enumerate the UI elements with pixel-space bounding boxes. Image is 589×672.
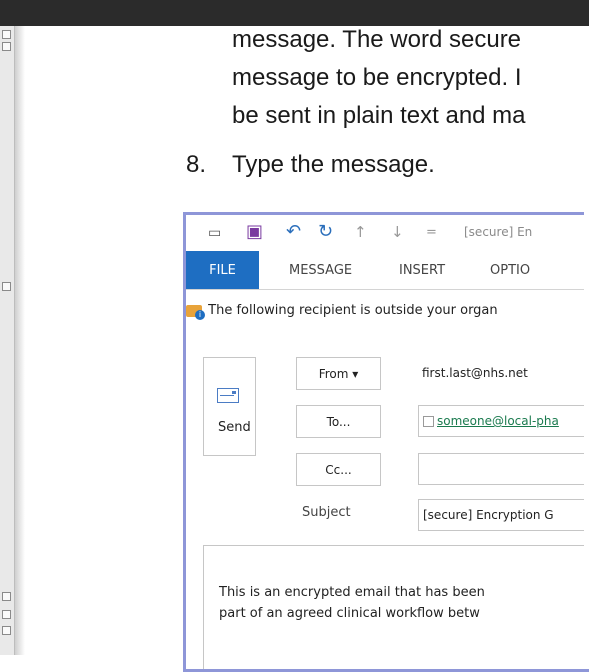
subject-field[interactable]: [secure] Encryption G <box>418 499 589 531</box>
ruler-icon[interactable] <box>2 30 11 39</box>
body-text: This is an encrypted email that has been… <box>219 582 485 624</box>
window-title: [secure] En <box>464 225 533 239</box>
outlook-screenshot: ▭ ▣ ↶ ↻ ↑ ↓ = [secure] En FILE MESSAGE I… <box>183 212 589 672</box>
quick-access-toolbar: ▭ ▣ ↶ ↻ ↑ ↓ = [secure] En <box>186 215 589 251</box>
to-field[interactable]: someone@local-pha <box>418 405 589 437</box>
page-shadow <box>15 26 25 655</box>
from-button[interactable]: From ▾ <box>296 357 381 390</box>
body-line-2: part of an agreed clinical workflow betw <box>219 606 480 621</box>
up-arrow-icon[interactable]: ↑ <box>354 223 367 241</box>
message-icon[interactable]: ▭ <box>208 225 221 241</box>
page-edge <box>584 26 589 655</box>
tab-insert[interactable]: INSERT <box>399 263 445 278</box>
step-number: 8. <box>186 151 207 178</box>
info-bar: The following recipient is outside your … <box>186 303 498 320</box>
doc-line-1: message. The word secure <box>232 26 522 53</box>
message-body[interactable]: This is an encrypted email that has been… <box>203 545 589 669</box>
undo-icon[interactable]: ↶ <box>286 221 301 242</box>
cc-button[interactable]: Cc... <box>296 453 381 486</box>
ruler-scroll-icon-3[interactable] <box>2 626 11 635</box>
cc-field[interactable] <box>418 453 589 485</box>
left-ruler <box>0 26 15 655</box>
doc-line-2: message to be encrypted. I <box>232 64 522 91</box>
body-line-1: This is an encrypted email that has been <box>219 585 485 600</box>
recipient-checkbox[interactable] <box>423 415 434 427</box>
tab-message[interactable]: MESSAGE <box>289 263 352 278</box>
ribbon-tabs: FILE MESSAGE INSERT OPTIO <box>186 251 589 290</box>
tab-file[interactable]: FILE <box>186 251 259 289</box>
customize-icon[interactable]: = <box>426 225 437 240</box>
subject-label: Subject <box>302 505 351 520</box>
ruler-view-icon[interactable] <box>2 282 11 291</box>
save-icon[interactable]: ▣ <box>246 221 263 242</box>
send-button[interactable]: Send <box>203 357 256 456</box>
ruler-scroll-icon[interactable] <box>2 592 11 601</box>
redo-icon[interactable]: ↻ <box>318 221 333 242</box>
top-title-bar <box>0 0 589 26</box>
ruler-scroll-icon-2[interactable] <box>2 610 11 619</box>
from-value: first.last@nhs.net <box>422 366 528 380</box>
to-button[interactable]: To... <box>296 405 381 438</box>
send-label: Send <box>218 420 251 435</box>
info-bar-text: The following recipient is outside your … <box>208 303 498 318</box>
step-text: Type the message. <box>232 151 435 178</box>
doc-line-3: be sent in plain text and ma <box>232 102 526 129</box>
send-icon <box>217 388 239 403</box>
down-arrow-icon[interactable]: ↓ <box>391 223 404 241</box>
to-recipient-link[interactable]: someone@local-pha <box>437 414 559 428</box>
tab-options[interactable]: OPTIO <box>490 263 530 278</box>
info-icon <box>186 304 205 320</box>
ruler-marker-icon[interactable] <box>2 42 11 51</box>
